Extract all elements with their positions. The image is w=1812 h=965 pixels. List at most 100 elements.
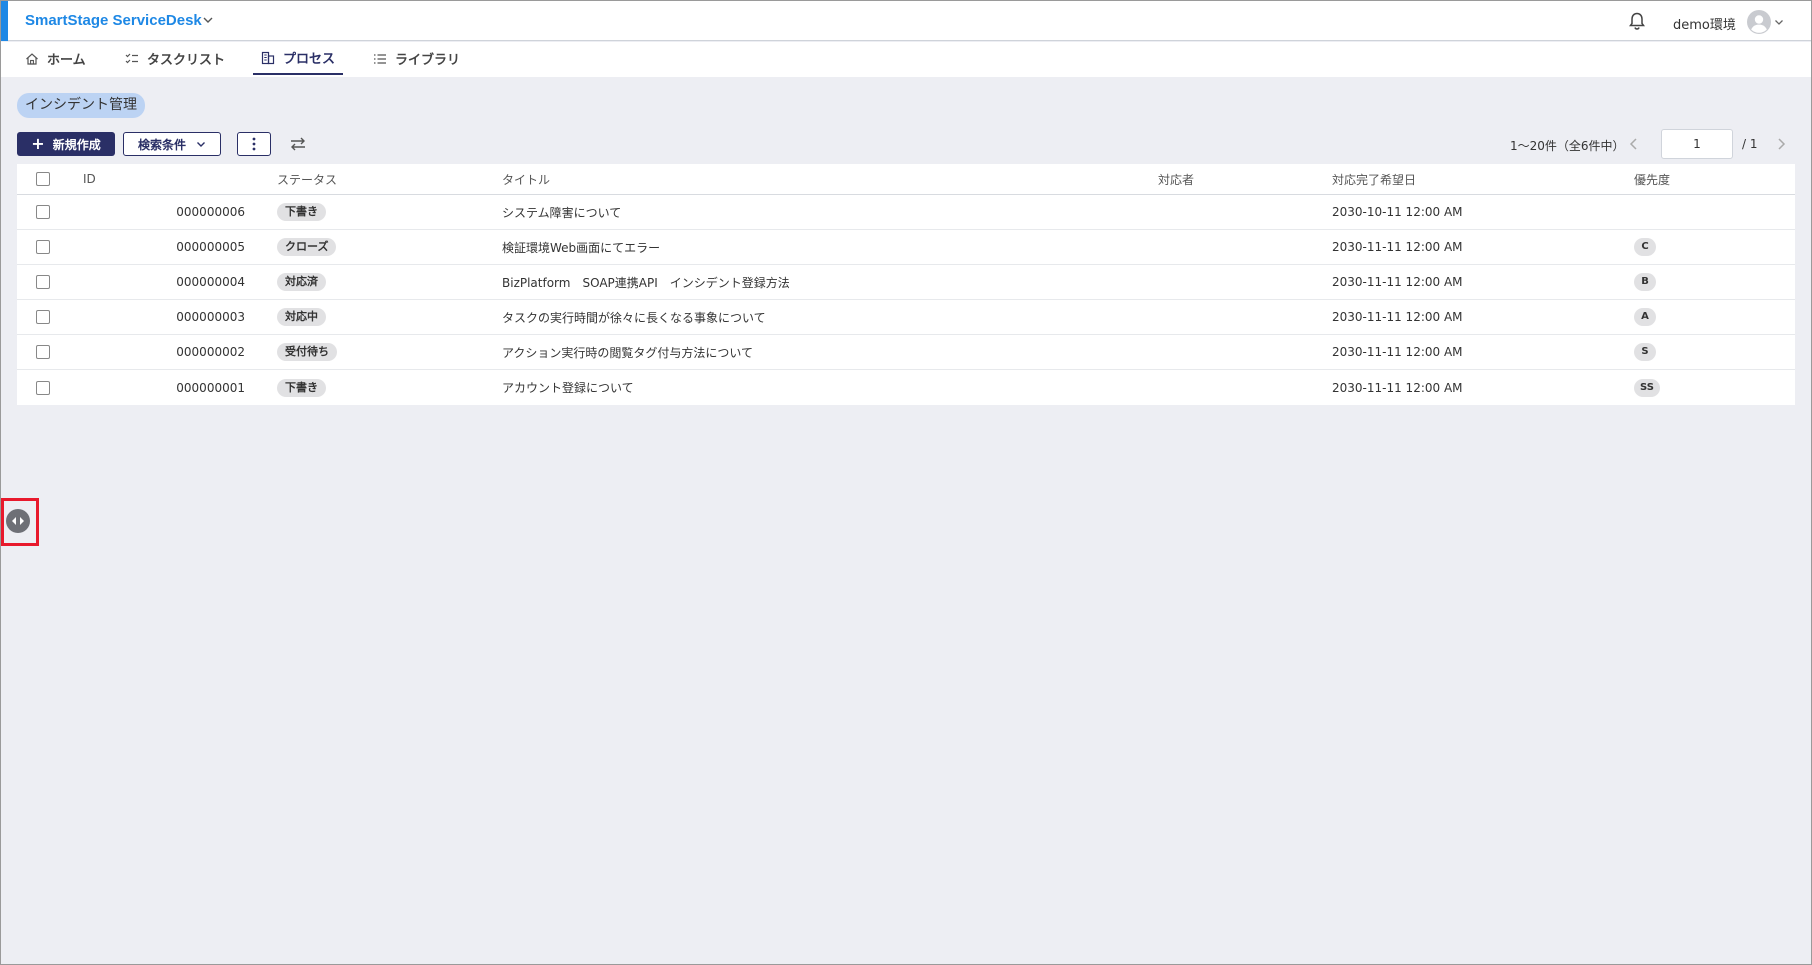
header-due-date[interactable]: 対応完了希望日: [1332, 164, 1416, 194]
more-vertical-icon: [252, 137, 256, 151]
search-conditions-button[interactable]: 検索条件: [123, 132, 221, 156]
header-title[interactable]: タイトル: [502, 164, 550, 194]
table-header: ID ステータス タイトル 対応者 対応完了希望日 優先度: [17, 164, 1795, 195]
priority-badge: B: [1634, 273, 1656, 291]
row-status-cell: 下書き: [277, 195, 326, 229]
select-all-checkbox[interactable]: [36, 172, 50, 186]
app-title[interactable]: SmartStage ServiceDesk: [25, 12, 202, 29]
status-badge: 下書き: [277, 378, 326, 397]
tab-process[interactable]: プロセス: [253, 42, 344, 75]
status-badge: 対応済: [277, 273, 326, 291]
header-priority[interactable]: 優先度: [1634, 164, 1670, 194]
status-badge: 下書き: [277, 203, 326, 221]
row-due-date: 2030-10-11 12:00 AM: [1332, 205, 1463, 219]
status-badge: 対応中: [277, 308, 326, 326]
tab-tasklist[interactable]: タスクリスト: [125, 42, 225, 75]
chevron-right-icon[interactable]: [1775, 137, 1787, 151]
bell-icon[interactable]: [1627, 11, 1647, 31]
row-status-cell: クローズ: [277, 230, 337, 264]
tab-tasklist-label: タスクリスト: [147, 53, 226, 68]
status-badge: クローズ: [277, 238, 337, 256]
table-row[interactable]: 000000001 下書き アカウント登録について 2030-11-11 12:…: [17, 370, 1795, 405]
row-due-date: 2030-11-11 12:00 AM: [1332, 380, 1463, 395]
row-due-date: 2030-11-11 12:00 AM: [1332, 275, 1463, 289]
row-title[interactable]: システム障害について: [502, 195, 621, 229]
chevron-left-icon[interactable]: [1628, 137, 1640, 151]
accent-strip: [1, 1, 8, 41]
row-title[interactable]: BizPlatform SOAP連携API インシデント登録方法: [502, 265, 790, 299]
swap-icon[interactable]: [289, 135, 307, 153]
user-menu-chevron-icon[interactable]: [1774, 17, 1784, 27]
row-title[interactable]: タスクの実行時間が徐々に長くなる事象について: [502, 300, 766, 334]
row-select-cell: [36, 370, 50, 405]
user-name[interactable]: demo環境: [1673, 14, 1736, 33]
row-status-cell: 受付待ち: [277, 335, 337, 369]
select-all-cell: [36, 164, 50, 194]
row-checkbox[interactable]: [36, 310, 50, 324]
table-row[interactable]: 000000004 対応済 BizPlatform SOAP連携API インシデ…: [17, 265, 1795, 300]
row-title[interactable]: アクション実行時の閲覧タグ付与方法について: [502, 335, 753, 369]
tab-library-label: ライブラリ: [395, 53, 461, 68]
row-priority-cell: B: [1634, 265, 1656, 299]
row-select-cell: [36, 230, 50, 264]
pagination-summary: 1〜20件（全6件中）: [1510, 139, 1625, 153]
row-checkbox[interactable]: [36, 380, 50, 395]
nav-bar: ホーム タスクリスト プロセス ライブラリ: [1, 42, 1811, 77]
priority-badge: A: [1634, 308, 1656, 326]
row-checkbox[interactable]: [36, 275, 50, 289]
page-total: / 1: [1742, 137, 1758, 151]
expand-collapse-icon: [12, 517, 24, 525]
priority-badge: S: [1634, 343, 1656, 361]
tab-home-label: ホーム: [47, 53, 86, 68]
row-title[interactable]: アカウント登録について: [502, 370, 634, 405]
row-checkbox[interactable]: [36, 205, 50, 219]
row-id: 000000003: [176, 310, 245, 324]
incident-table: ID ステータス タイトル 対応者 対応完了希望日 優先度 000000006 …: [17, 164, 1795, 405]
avatar-icon[interactable]: [1747, 10, 1771, 34]
priority-badge: C: [1634, 238, 1656, 256]
home-icon: [26, 52, 38, 65]
row-select-cell: [36, 335, 50, 369]
table-row[interactable]: 000000005 クローズ 検証環境Web画面にてエラー 2030-11-11…: [17, 230, 1795, 265]
row-priority-cell: C: [1634, 230, 1656, 264]
row-due-date: 2030-11-11 12:00 AM: [1332, 345, 1463, 359]
plus-icon: +: [31, 134, 45, 153]
top-bar: SmartStage ServiceDesk demo環境: [1, 1, 1811, 41]
header-status[interactable]: ステータス: [277, 164, 337, 194]
row-id: 000000005: [176, 240, 245, 254]
table-row[interactable]: 000000003 対応中 タスクの実行時間が徐々に長くなる事象について 203…: [17, 300, 1795, 335]
tasklist-icon: [125, 53, 138, 63]
search-conditions-label: 検索条件: [137, 137, 186, 152]
chevron-down-icon: [197, 142, 205, 147]
row-status-cell: 対応済: [277, 265, 326, 299]
side-panel-toggle-button[interactable]: [6, 509, 30, 533]
row-status-cell: 対応中: [277, 300, 326, 334]
table-row[interactable]: 000000006 下書き システム障害について 2030-10-11 12:0…: [17, 195, 1795, 230]
tab-process-label: プロセス: [283, 52, 336, 67]
row-id: 000000006: [176, 205, 245, 219]
row-title[interactable]: 検証環境Web画面にてエラー: [502, 230, 660, 264]
row-select-cell: [36, 265, 50, 299]
row-select-cell: [36, 195, 50, 229]
chevron-down-icon[interactable]: [202, 14, 214, 26]
row-id: 000000002: [176, 345, 245, 359]
status-badge: 受付待ち: [277, 343, 337, 361]
row-due-date: 2030-11-11 12:00 AM: [1332, 240, 1463, 254]
row-select-cell: [36, 300, 50, 334]
tab-home[interactable]: ホーム: [25, 42, 86, 75]
row-checkbox[interactable]: [36, 345, 50, 359]
page-title-chip: インシデント管理: [17, 93, 145, 118]
process-icon: [261, 51, 275, 64]
table-row[interactable]: 000000002 受付待ち アクション実行時の閲覧タグ付与方法について 203…: [17, 335, 1795, 370]
page-number-input[interactable]: [1661, 129, 1733, 159]
row-checkbox[interactable]: [36, 240, 50, 254]
row-due-date: 2030-11-11 12:00 AM: [1332, 310, 1463, 324]
header-id[interactable]: ID: [83, 164, 96, 194]
new-create-label: 新規作成: [52, 137, 101, 152]
row-priority-cell: SS: [1634, 370, 1660, 405]
new-create-button[interactable]: + 新規作成: [17, 132, 115, 156]
tab-library[interactable]: ライブラリ: [373, 42, 460, 75]
row-id: 000000001: [176, 380, 245, 395]
more-options-button[interactable]: [237, 132, 271, 156]
header-assignee[interactable]: 対応者: [1158, 164, 1194, 194]
